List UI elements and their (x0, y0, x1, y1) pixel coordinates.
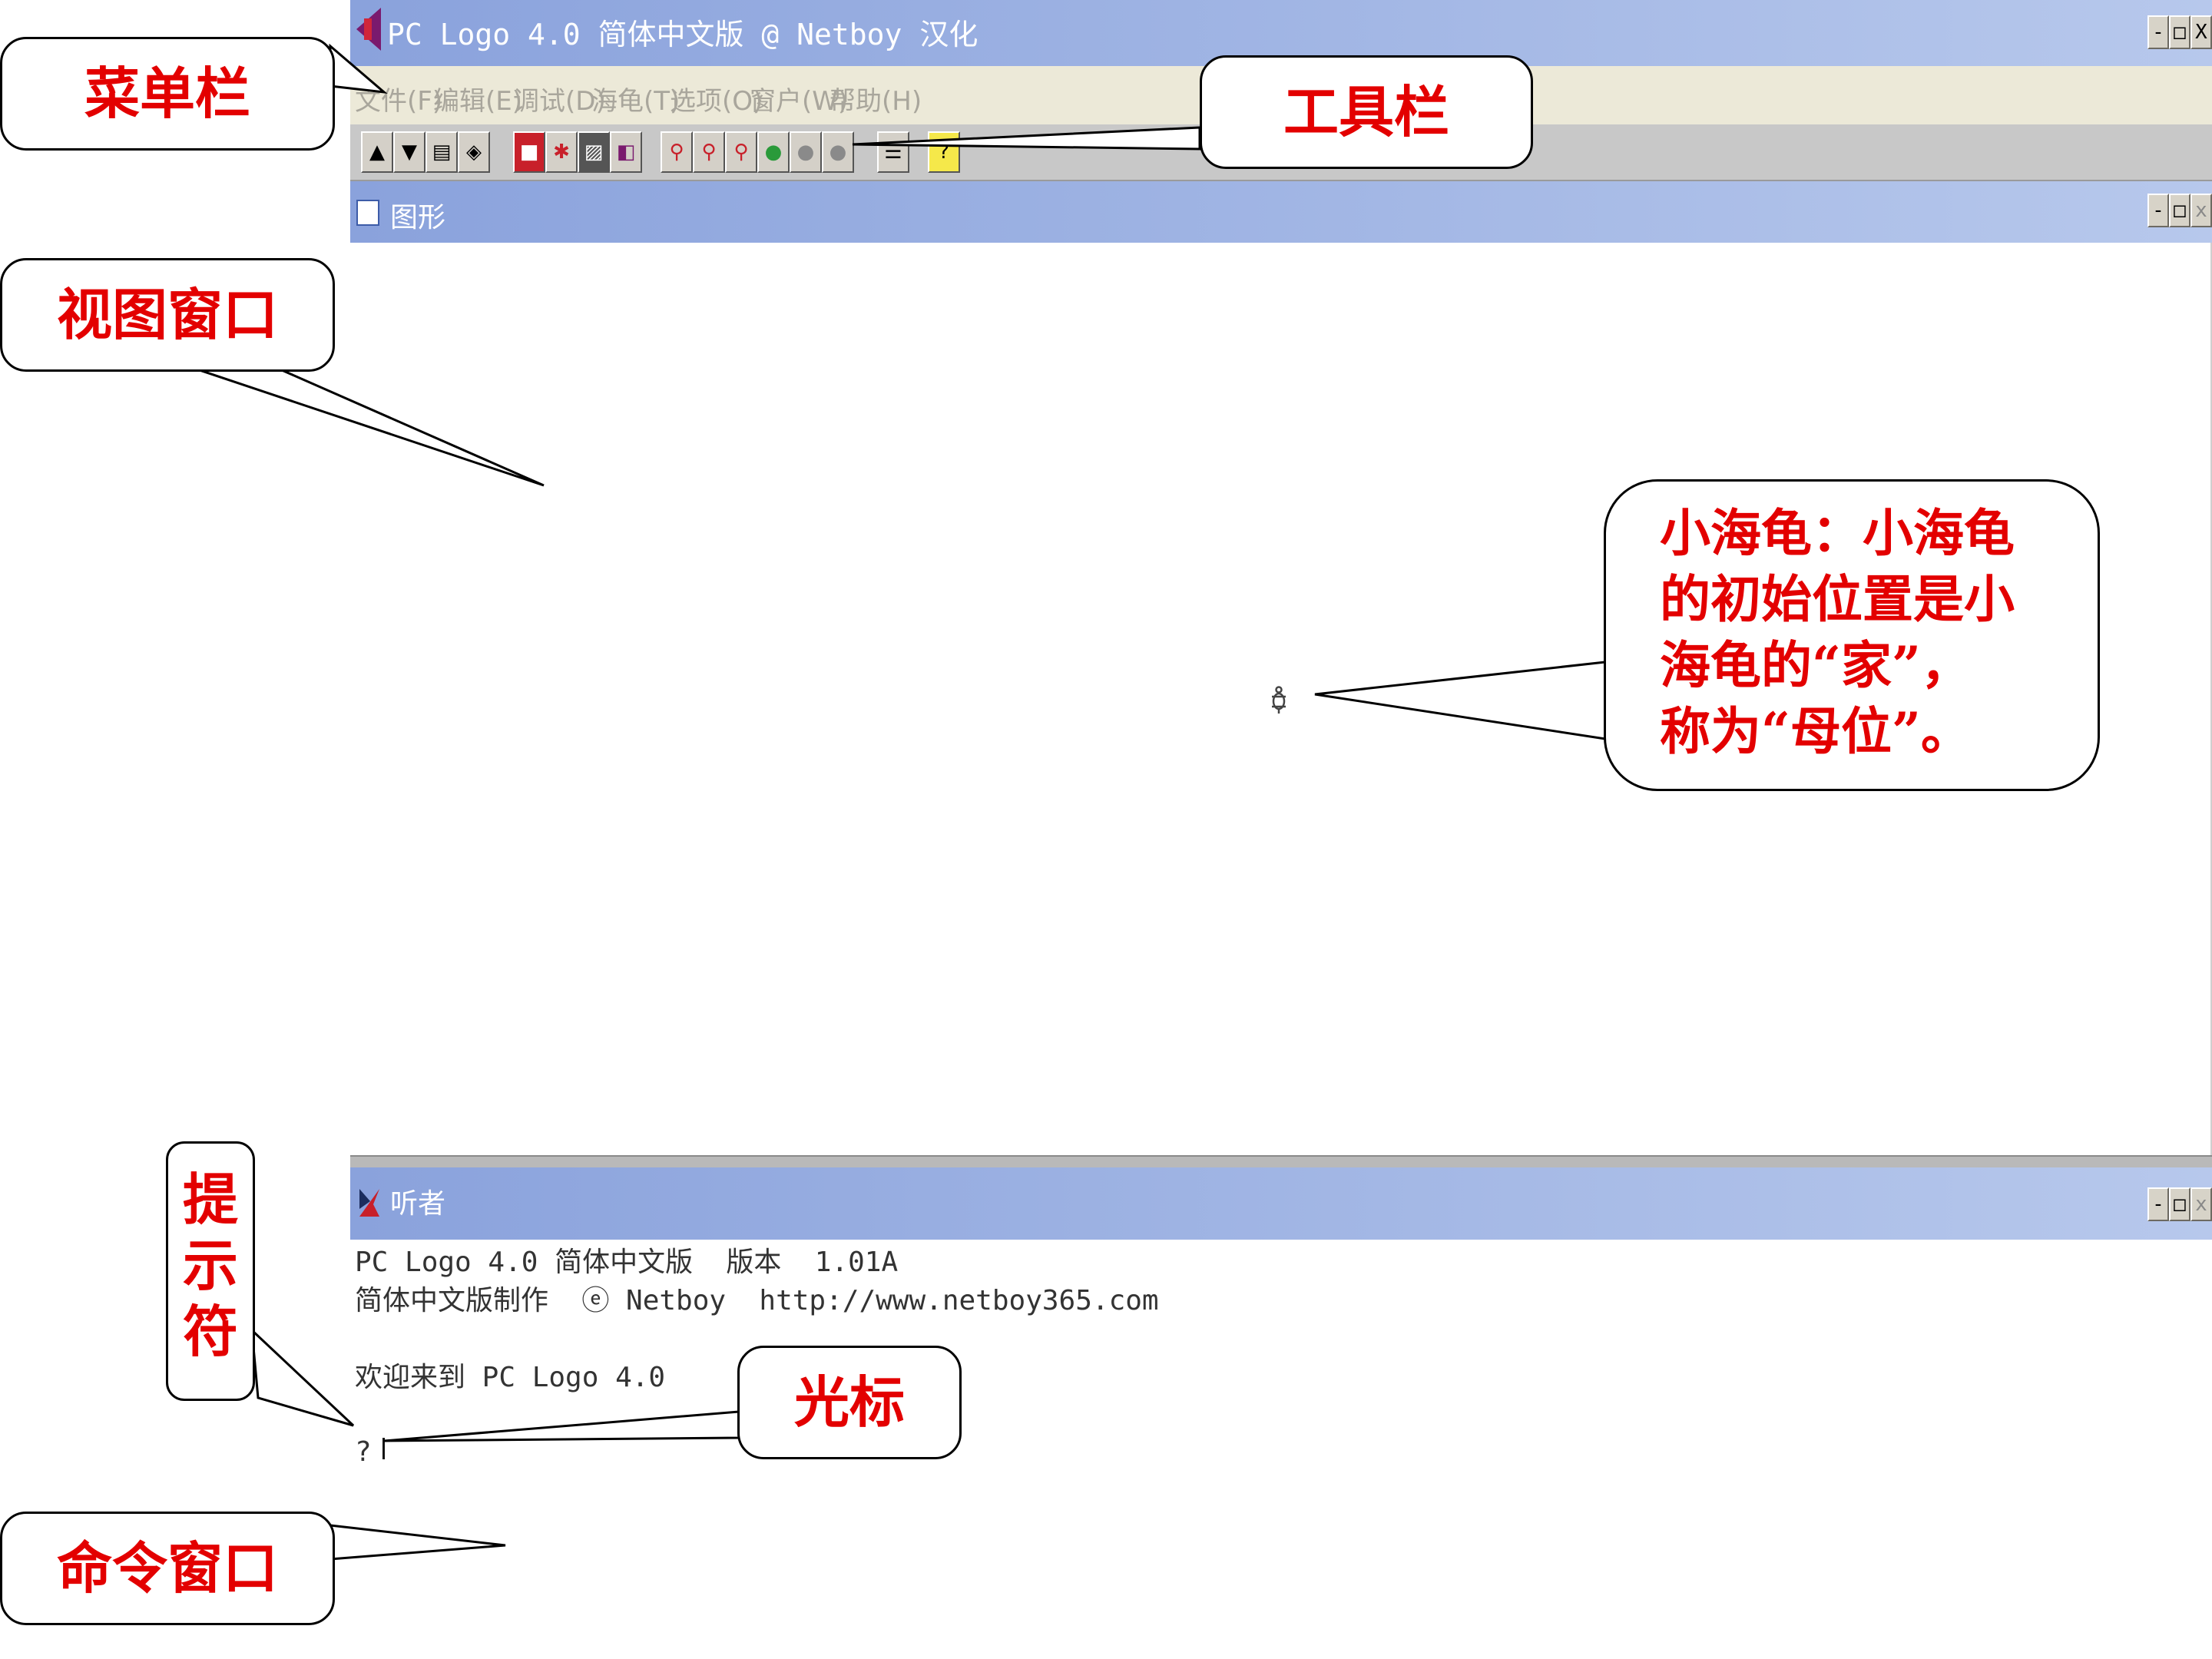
prompt-callout-char-1: 提 (182, 1167, 238, 1232)
console-line-welcome: 欢迎来到 PC Logo 4.0 (355, 1362, 666, 1393)
text-cursor (382, 1438, 385, 1459)
turtle-callout-line-3: 海龟的“家”， (1660, 635, 1972, 695)
minimize-button[interactable]: - (2147, 15, 2169, 49)
graphics-minimize-button[interactable]: - (2147, 194, 2169, 227)
listener-window-title-bar[interactable]: 听者 - □ x (350, 1167, 2212, 1240)
stop-icon[interactable]: ■ (513, 131, 545, 173)
app-title: PC Logo 4.0 简体中文版 @ Netboy 汉化 (387, 18, 979, 51)
menubar-callout-text: 菜单栏 (84, 61, 250, 126)
menubar-callout: 菜单栏 (0, 37, 335, 151)
listener-maximize-button[interactable]: □ (2169, 1187, 2190, 1221)
zoom-reset-icon[interactable]: ⚲ (725, 131, 757, 173)
zoom-out-icon[interactable]: ⚲ (693, 131, 725, 173)
turtle-icon (1272, 686, 1286, 714)
pc-logo-app-window: PC Logo 4.0 简体中文版 @ Netboy 汉化 - □ X 文件(F… (350, 0, 2212, 1659)
graphics-close-button[interactable]: x (2190, 194, 2212, 227)
red-light-icon[interactable]: ● (822, 131, 854, 173)
prompt-callout-char-3: 符 (182, 1299, 238, 1364)
toolbar-callout: 工具栏 (1200, 55, 1533, 169)
menu-help[interactable]: 帮助(H) (830, 80, 922, 118)
cursor-callout: 光标 (737, 1346, 962, 1459)
help-icon[interactable]: ? (928, 131, 960, 173)
print-icon[interactable]: ▤ (426, 131, 458, 173)
menu-turtle[interactable]: 海龟(T) (591, 80, 680, 118)
view-window-callout: 视图窗口 (0, 258, 335, 372)
listener-window-title: 听者 (390, 1188, 446, 1220)
prompt-callout: 提 示 符 (166, 1141, 255, 1401)
view-window-callout-text: 视图窗口 (56, 282, 278, 347)
yellow-light-icon[interactable]: ● (790, 131, 822, 173)
graphics-window-icon (356, 200, 379, 226)
turtle-callout-line-2: 的初始位置是小 (1660, 569, 2015, 629)
console-line-version: PC Logo 4.0 简体中文版 版本 1.01A (355, 1247, 899, 1278)
window-list-icon[interactable]: ☰ (877, 131, 909, 173)
cursor-callout-text: 光标 (793, 1369, 905, 1435)
open-file-icon[interactable]: ▲ (361, 131, 393, 173)
pattern-icon[interactable]: ▨ (578, 131, 610, 173)
restore-button[interactable]: □ (2169, 15, 2190, 49)
listener-icon (359, 1189, 379, 1217)
graphics-window-title-bar[interactable]: 图形 - □ x (350, 181, 2212, 243)
turtle-callout: 小海龟：小海龟 的初始位置是小 海龟的“家”， 称为“母位”。 (1604, 479, 2100, 791)
listener-minimize-button[interactable]: - (2147, 1187, 2169, 1221)
listener-close-button[interactable]: x (2190, 1187, 2212, 1221)
green-light-icon[interactable]: ● (757, 131, 790, 173)
command-window[interactable]: PC Logo 4.0 简体中文版 版本 1.01A 简体中文版制作 ⓔ Net… (350, 1240, 2212, 1659)
close-button[interactable]: X (2190, 15, 2212, 49)
command-window-callout: 命令窗口 (0, 1512, 335, 1625)
turtle-callout-line-1: 小海龟：小海龟 (1660, 503, 2015, 563)
trace-icon[interactable]: ◧ (610, 131, 642, 173)
console-line-credits: 简体中文版制作 ⓔ Netboy http://www.netboy365.co… (355, 1285, 1159, 1316)
graphics-maximize-button[interactable]: □ (2169, 194, 2190, 227)
command-window-callout-text: 命令窗口 (56, 1535, 278, 1601)
edit-icon[interactable]: ◈ (458, 131, 490, 173)
menu-edit[interactable]: 编辑(E) (433, 80, 522, 118)
toolbar-callout-text: 工具栏 (1283, 79, 1449, 144)
pc-logo-icon (356, 8, 381, 51)
prompt-callout-char-2: 示 (182, 1233, 238, 1298)
turtle-callout-line-4: 称为“母位”。 (1660, 701, 1972, 761)
menu-file[interactable]: 文件(F) (355, 80, 442, 118)
bug-icon[interactable]: ✱ (545, 131, 578, 173)
graphics-window-title: 图形 (390, 202, 446, 233)
command-prompt: ? (355, 1436, 372, 1468)
save-file-icon[interactable]: ▼ (393, 131, 426, 173)
zoom-in-icon[interactable]: ⚲ (661, 131, 693, 173)
